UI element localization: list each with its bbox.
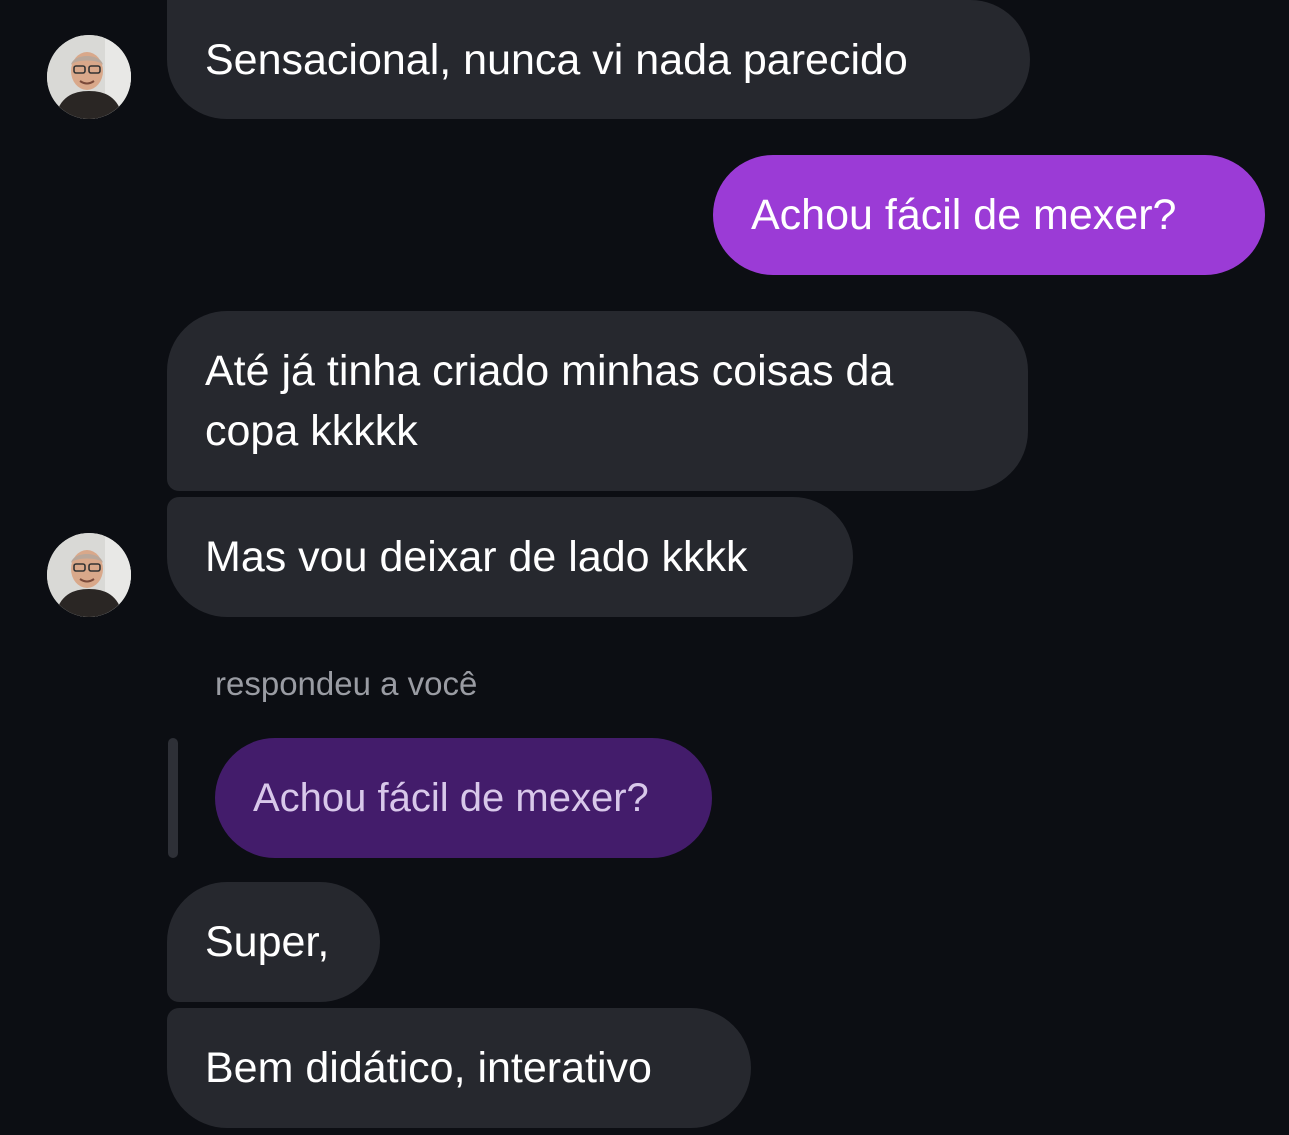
- reply-indicator-bar: [168, 738, 178, 858]
- message-text: Mas vou deixar de lado kkkk: [205, 533, 748, 581]
- sent-message[interactable]: Achou fácil de mexer?: [713, 155, 1265, 275]
- received-message[interactable]: Até já tinha criado minhas coisas da cop…: [167, 311, 1028, 491]
- quoted-message-text: Achou fácil de mexer?: [253, 776, 649, 820]
- contact-avatar[interactable]: [47, 533, 131, 617]
- message-text: Sensacional, nunca vi nada parecido: [205, 35, 908, 84]
- quoted-message[interactable]: Achou fácil de mexer?: [215, 738, 712, 858]
- reply-label: respondeu a você: [215, 665, 478, 702]
- avatar-photo-icon: [47, 533, 131, 617]
- message-text: Até já tinha criado minhas coisas da cop…: [205, 347, 894, 455]
- received-message[interactable]: Sensacional, nunca vi nada parecido: [167, 0, 1030, 119]
- received-message[interactable]: Mas vou deixar de lado kkkk: [167, 497, 853, 617]
- message-text: Super,: [205, 918, 330, 966]
- message-text: Achou fácil de mexer?: [751, 191, 1177, 239]
- message-text: Bem didático, interativo: [205, 1044, 652, 1092]
- received-message[interactable]: Super,: [167, 882, 380, 1002]
- received-message[interactable]: Bem didático, interativo: [167, 1008, 751, 1128]
- contact-avatar[interactable]: [47, 35, 131, 119]
- avatar-photo-icon: [47, 35, 131, 119]
